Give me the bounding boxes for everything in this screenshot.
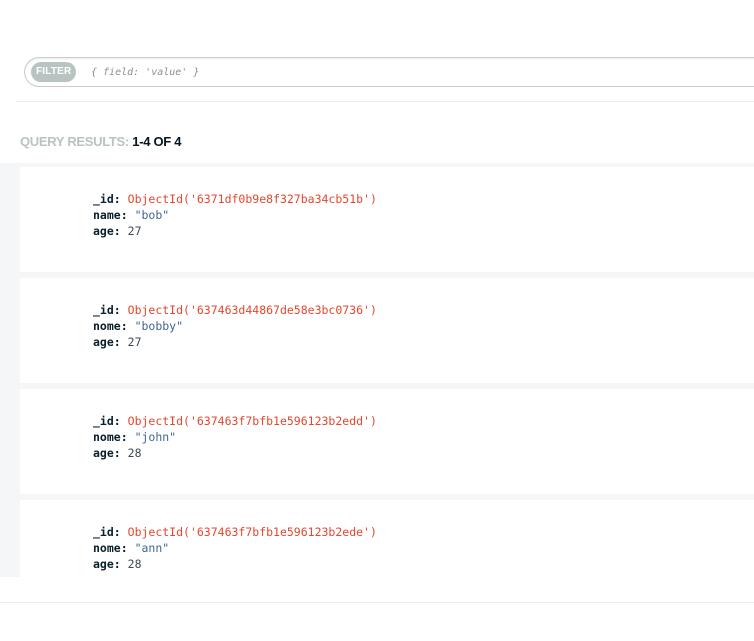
field-key: age	[93, 335, 114, 349]
field-key: name	[93, 208, 121, 222]
field-key: nome	[93, 541, 121, 555]
document-field-age: age: 28	[93, 446, 142, 460]
field-key: age	[93, 446, 114, 460]
field-key: nome	[93, 430, 121, 444]
field-value-number: 27	[127, 335, 142, 349]
filter-bar: FILTER	[24, 57, 754, 87]
document-field-id: _id: ObjectId('637463f7bfb1e596123b2edd'…	[93, 414, 377, 428]
field-key: nome	[93, 319, 121, 333]
divider	[0, 602, 754, 603]
results-list: _id: ObjectId('6371df0b9e8f327ba34cb51b'…	[0, 163, 754, 577]
query-view: FILTER QUERY RESULTS: 1-4 OF 4 _id: Obje…	[0, 0, 754, 641]
document-card[interactable]: _id: ObjectId('6371df0b9e8f327ba34cb51b'…	[20, 167, 754, 272]
document-field-name: name: "bob"	[93, 208, 170, 222]
document-field-age: age: 27	[93, 224, 142, 238]
document-card[interactable]: _id: ObjectId('637463d44867de58e3bc0736'…	[20, 278, 754, 383]
field-value-objectid: ObjectId('637463f7bfb1e596123b2edd')	[127, 414, 377, 428]
field-key: _id	[93, 192, 114, 206]
document-field-age: age: 27	[93, 335, 142, 349]
document-field-id: _id: ObjectId('637463f7bfb1e596123b2ede'…	[93, 525, 377, 539]
field-value-number: 27	[127, 224, 142, 238]
document-field-nome: nome: "john"	[93, 430, 177, 444]
document-field-nome: nome: "bobby"	[93, 319, 184, 333]
field-value-string: "bob"	[134, 208, 170, 222]
query-results-label: QUERY RESULTS:	[20, 134, 129, 149]
divider	[16, 101, 754, 102]
document-card[interactable]: _id: ObjectId('637463f7bfb1e596123b2edd'…	[20, 389, 754, 494]
document-field-nome: nome: "ann"	[93, 541, 170, 555]
field-value-number: 28	[127, 557, 142, 571]
query-results-header: QUERY RESULTS: 1-4 OF 4	[20, 134, 181, 149]
query-results-range: 1-4 OF 4	[132, 134, 182, 149]
field-key: age	[93, 557, 114, 571]
field-value-number: 28	[127, 446, 142, 460]
document-card[interactable]: _id: ObjectId('637463f7bfb1e596123b2ede'…	[20, 500, 754, 577]
filter-label-badge: FILTER	[31, 62, 77, 82]
field-value-objectid: ObjectId('637463f7bfb1e596123b2ede')	[127, 525, 377, 539]
field-value-objectid: ObjectId('6371df0b9e8f327ba34cb51b')	[127, 192, 377, 206]
filter-input[interactable]	[91, 62, 731, 82]
field-value-string: "ann"	[134, 541, 170, 555]
field-value-string: "bobby"	[134, 319, 184, 333]
field-value-string: "john"	[134, 430, 177, 444]
document-field-age: age: 28	[93, 557, 142, 571]
field-key: age	[93, 224, 114, 238]
field-key: _id	[93, 414, 114, 428]
field-key: _id	[93, 525, 114, 539]
field-value-objectid: ObjectId('637463d44867de58e3bc0736')	[127, 303, 377, 317]
document-field-id: _id: ObjectId('637463d44867de58e3bc0736'…	[93, 303, 377, 317]
field-key: _id	[93, 303, 114, 317]
document-field-id: _id: ObjectId('6371df0b9e8f327ba34cb51b'…	[93, 192, 377, 206]
